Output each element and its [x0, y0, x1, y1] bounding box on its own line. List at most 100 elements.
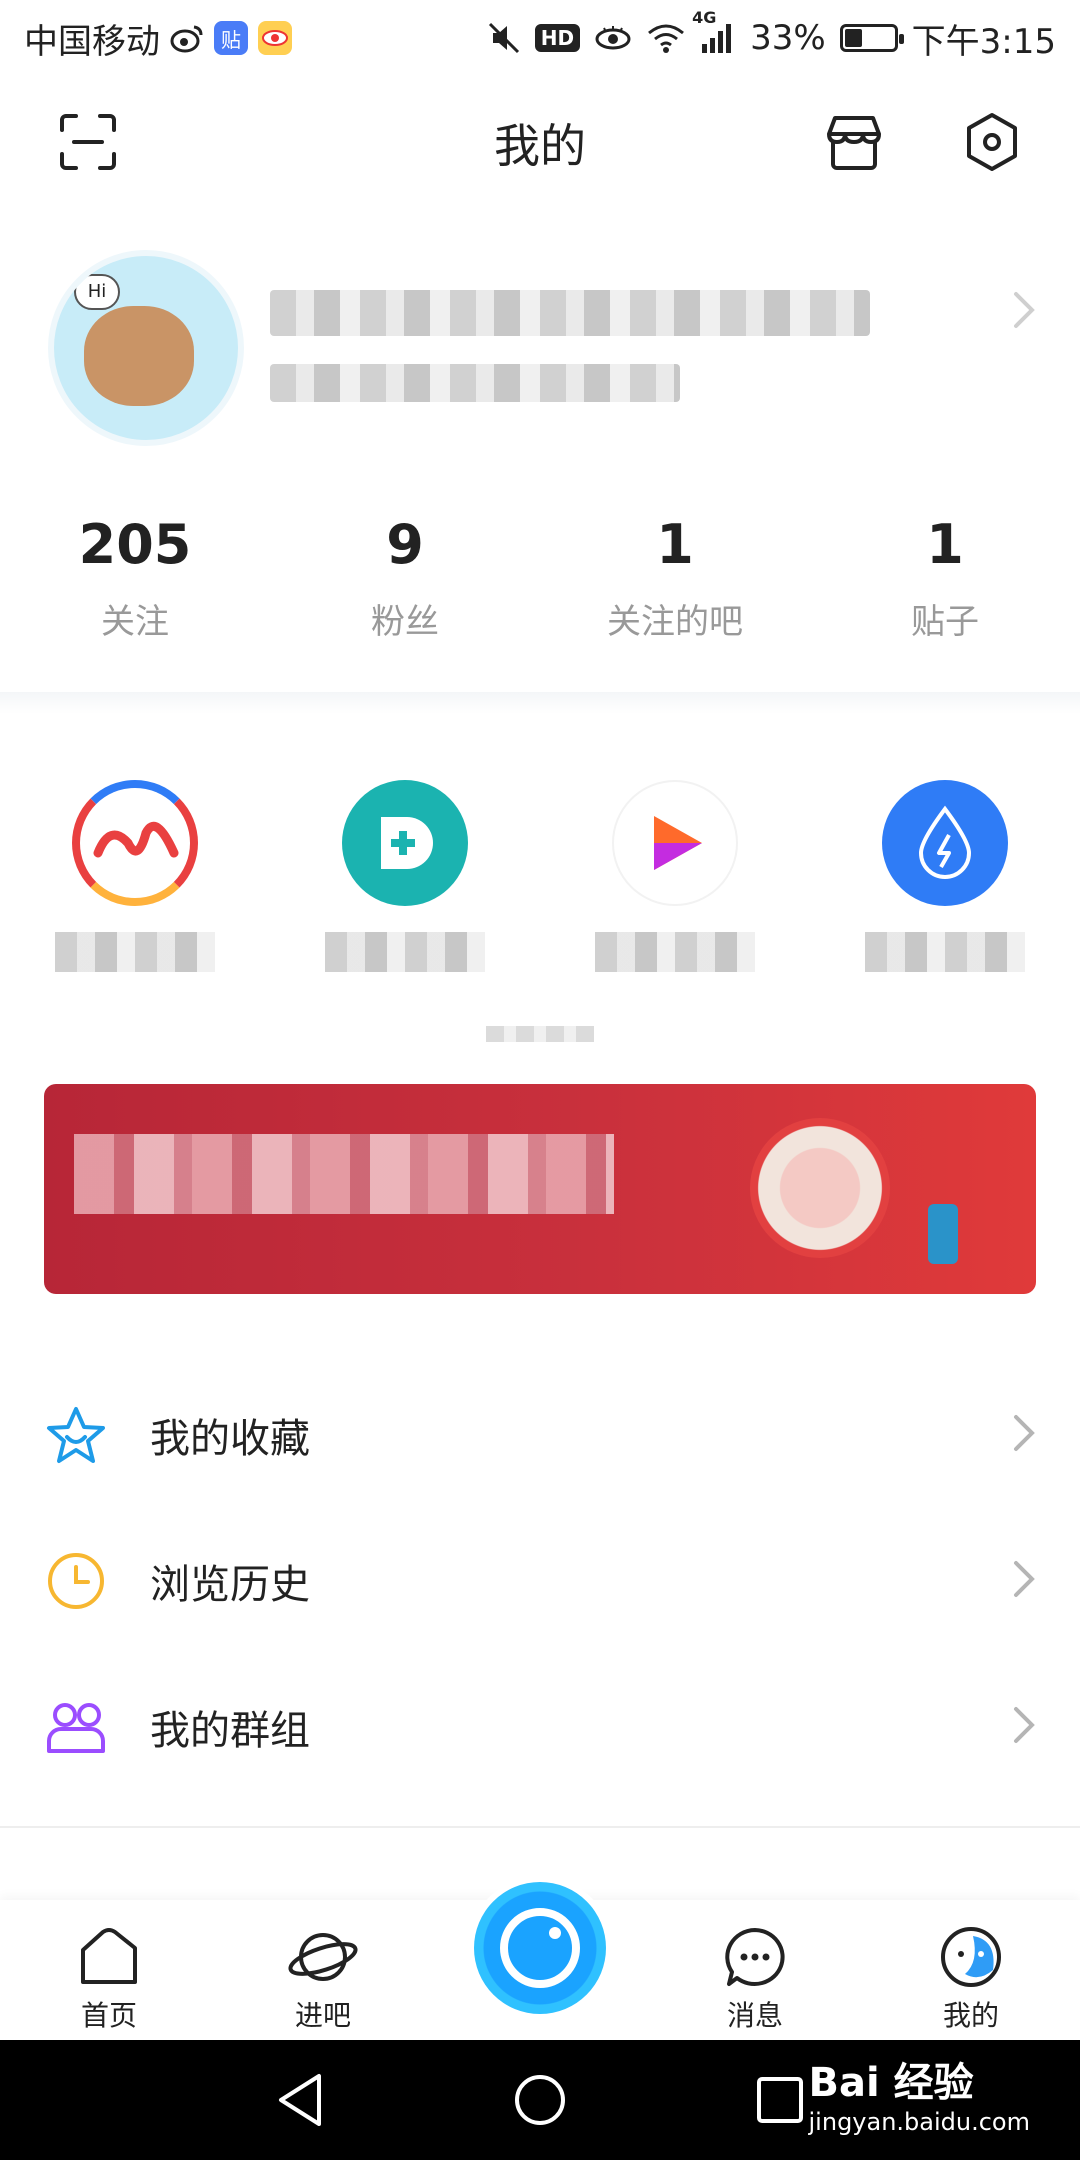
nav-home-button[interactable]	[510, 2070, 570, 2130]
list-divider	[0, 1826, 1080, 1828]
stats-row: 205 关注 9 粉丝 1 关注的吧 1 贴子	[0, 510, 1080, 660]
watermark-url: jingyan.baidu.com	[808, 2108, 1030, 2136]
section-divider	[0, 692, 1080, 714]
app-shortcut-du[interactable]	[0, 780, 270, 980]
du-app-icon	[72, 780, 198, 906]
app-shortcuts	[0, 780, 1080, 980]
lens-icon	[500, 1908, 580, 1988]
app-shortcut-health[interactable]	[270, 780, 540, 980]
stat-fans[interactable]: 9 粉丝	[270, 510, 540, 660]
profile-face-icon	[941, 1927, 1001, 1987]
avatar[interactable]: Hi	[48, 250, 244, 446]
avatar-bear-image	[84, 306, 194, 406]
profile-chevron-right-icon	[1012, 290, 1036, 334]
page-title: 我的	[494, 119, 586, 173]
stat-value: 1	[926, 513, 964, 576]
banner-text-redacted	[74, 1134, 614, 1214]
app-shortcut-water[interactable]	[810, 780, 1080, 980]
status-left: 中国移动 贴	[24, 14, 292, 63]
stat-value: 9	[386, 513, 424, 576]
gear-icon	[967, 113, 1017, 171]
chevron-right-icon	[1012, 1413, 1036, 1457]
profile-card[interactable]: Hi	[0, 240, 1080, 446]
app-name-redacted	[595, 932, 755, 972]
stat-value: 1	[656, 513, 694, 576]
app-shortcut-video[interactable]	[540, 780, 810, 980]
status-right: HD 4G 33% 下午3:15	[487, 8, 1056, 63]
menu-list: 我的收藏 浏览历史 我的群组	[0, 1362, 1080, 1800]
eye-comfort-icon	[594, 25, 632, 51]
shop-button[interactable]	[820, 108, 888, 176]
tab-label: 进吧	[294, 1999, 351, 2032]
health-app-icon	[342, 780, 468, 906]
network-type: 4G	[692, 8, 717, 27]
menu-item-favorites[interactable]: 我的收藏	[0, 1362, 1080, 1508]
baidu-jingyan-watermark: Bai 经验 jingyan.baidu.com	[809, 2050, 1030, 2136]
settings-button[interactable]	[958, 108, 1026, 176]
page-header: 我的	[0, 90, 1080, 190]
home-circle-icon	[515, 2075, 565, 2125]
clock-time: 下午3:15	[911, 21, 1056, 62]
menu-item-label: 我的收藏	[150, 1416, 310, 1462]
chevron-right-icon	[1012, 1559, 1036, 1603]
clock-icon	[44, 1549, 108, 1613]
play-app-icon	[612, 780, 738, 906]
avatar-hi-bubble: Hi	[74, 274, 120, 310]
tab-messages[interactable]: 消息	[680, 1926, 830, 2034]
drop-app-icon	[882, 780, 1008, 906]
username-redacted	[270, 290, 870, 336]
chat-icon	[725, 1928, 785, 1986]
tab-bars[interactable]: 进吧	[248, 1926, 398, 2034]
user-signature-redacted	[270, 364, 680, 402]
app-name-redacted	[325, 932, 485, 972]
banner-figure-image	[928, 1204, 958, 1264]
watermark-brand: Bai 经验	[808, 2060, 974, 2106]
nav-back-button[interactable]	[270, 2070, 330, 2130]
app-name-redacted	[55, 932, 215, 972]
wifi-icon	[646, 22, 686, 54]
battery-icon	[839, 24, 904, 52]
home-icon	[81, 1928, 137, 1984]
promo-banner[interactable]	[44, 1084, 1036, 1294]
shop-icon	[827, 116, 881, 170]
planet-icon	[288, 1933, 358, 1981]
tab-label: 我的	[942, 1999, 999, 2032]
menu-item-groups[interactable]: 我的群组	[0, 1654, 1080, 1800]
status-bar: 中国移动 贴 HD 4G 33% 下午3:15	[0, 0, 1080, 76]
stat-label: 贴子	[911, 602, 979, 642]
menu-item-history[interactable]: 浏览历史	[0, 1508, 1080, 1654]
system-navigation-bar: Bai 经验 jingyan.baidu.com	[0, 2040, 1080, 2160]
pager-indicator	[486, 1026, 594, 1042]
menu-item-label: 我的群组	[150, 1708, 310, 1754]
menu-item-label: 浏览历史	[150, 1562, 310, 1608]
carrier-name: 中国移动	[24, 21, 160, 62]
recents-square-icon	[757, 2077, 803, 2123]
tab-label: 首页	[80, 1999, 137, 2032]
tieba-app-icon: 贴	[214, 21, 248, 55]
app-name-redacted	[865, 932, 1025, 972]
battery-percent: 33%	[750, 18, 826, 58]
weibo-icon	[170, 23, 204, 53]
stat-posts[interactable]: 1 贴子	[810, 510, 1080, 660]
group-icon	[44, 1695, 108, 1759]
mute-icon	[487, 21, 521, 55]
camera-post-button[interactable]	[474, 1882, 606, 2014]
tab-mine[interactable]: 我的	[896, 1926, 1046, 2034]
stat-label: 粉丝	[371, 602, 439, 642]
hd-icon: HD	[534, 24, 581, 52]
banner-image	[750, 1118, 890, 1258]
stat-following[interactable]: 205 关注	[0, 510, 270, 660]
battery-fill	[844, 29, 862, 47]
nav-recents-button[interactable]	[750, 2070, 810, 2130]
stat-value: 205	[78, 513, 192, 576]
signal-icon: 4G	[692, 8, 736, 54]
stat-followed-bars[interactable]: 1 关注的吧	[540, 510, 810, 660]
eye-app-icon	[258, 21, 292, 55]
stat-label: 关注的吧	[607, 602, 743, 642]
tab-label: 消息	[726, 1999, 783, 2032]
stat-label: 关注	[101, 602, 169, 642]
tab-home[interactable]: 首页	[34, 1926, 184, 2034]
star-icon	[44, 1403, 108, 1467]
chevron-right-icon	[1012, 1705, 1036, 1749]
back-triangle-icon	[279, 2074, 321, 2126]
